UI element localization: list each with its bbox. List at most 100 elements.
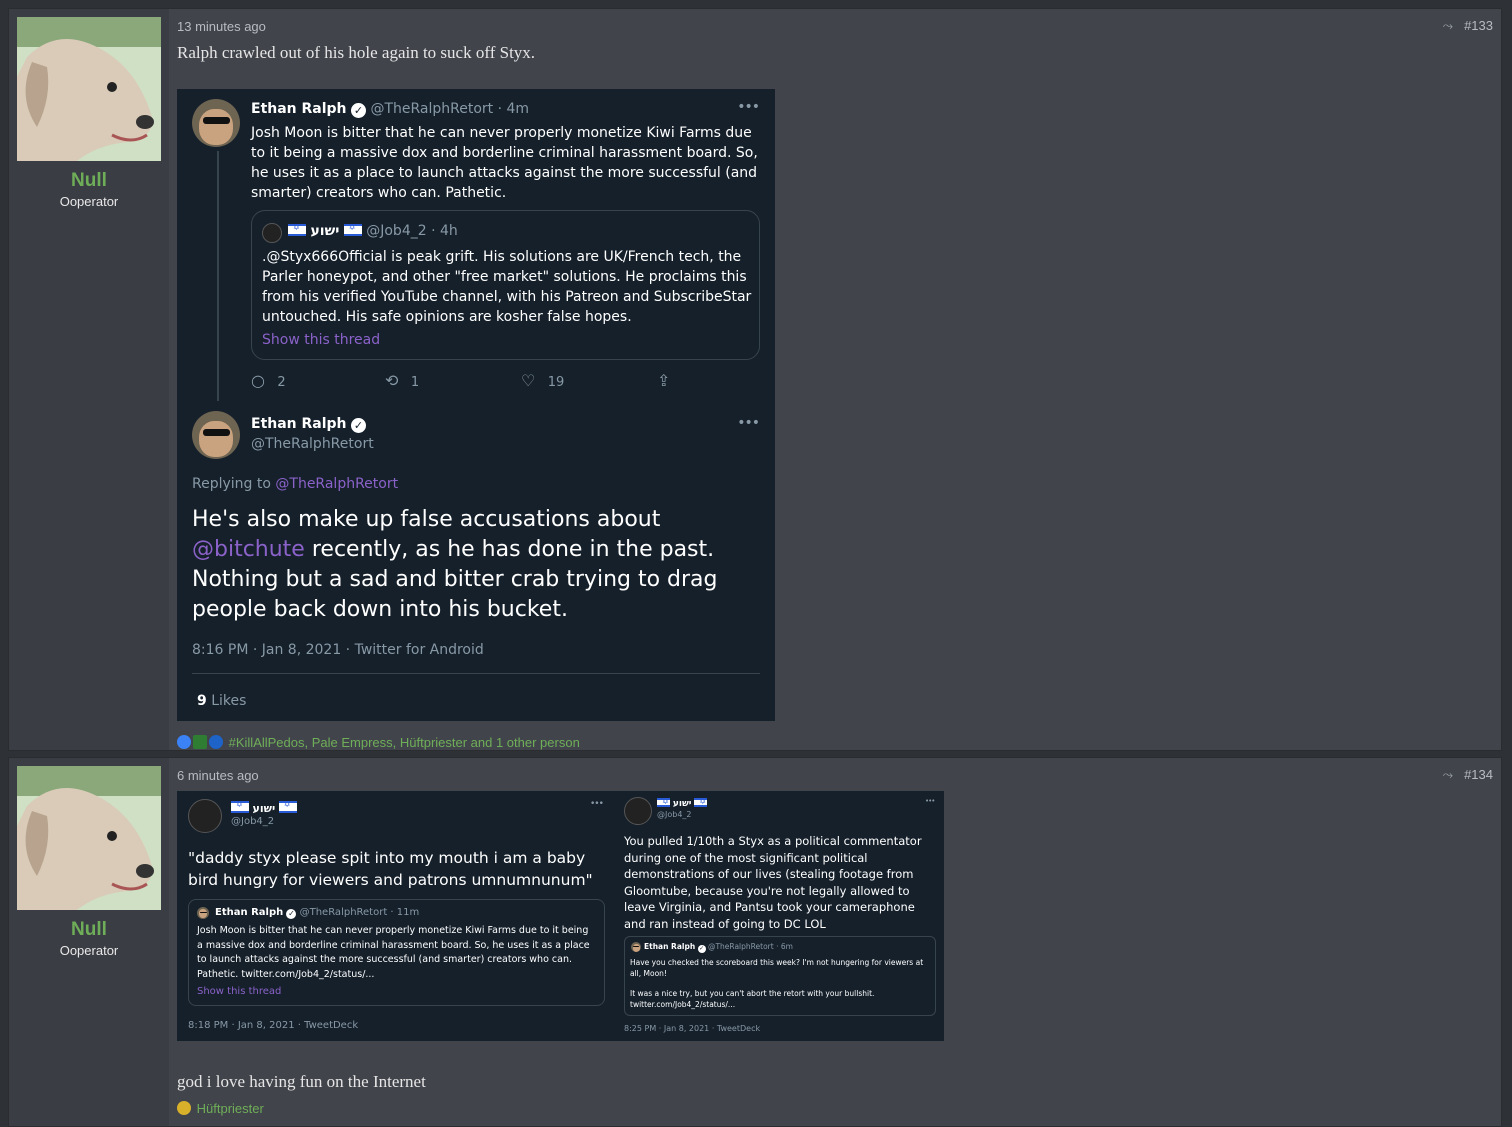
reply-text: He's also make up false accusations abou… <box>192 505 762 625</box>
post-number[interactable]: #133 <box>1464 18 1493 33</box>
reactions-text[interactable]: Hüftpriester <box>197 1101 264 1116</box>
avatar[interactable] <box>17 17 161 161</box>
reactions-bar[interactable]: #KillAllPedos, Pale Empress, Hüftprieste… <box>177 735 580 750</box>
thread-line <box>217 151 219 401</box>
right-quote-text-1: Have you checked the scoreboard this wee… <box>630 958 924 978</box>
avatar <box>188 799 222 833</box>
embedded-tweet[interactable]: Ethan Ralph ✓ @TheRalphRetort · 4m ••• J… <box>177 89 775 721</box>
username[interactable]: Null <box>9 919 169 941</box>
tweet-screenshot[interactable]: ישוע @Job4_2 ••• "daddy styx please spit… <box>177 791 944 1041</box>
share-icon[interactable]: ⤳ <box>1443 18 1453 34</box>
tweet-text: Josh Moon is bitter that he can never pr… <box>251 125 758 201</box>
verified-icon: ✓ <box>350 103 366 118</box>
like-count: 19 <box>547 375 565 390</box>
post-time[interactable]: 6 minutes ago <box>177 768 259 783</box>
quote-author: Ethan Ralph <box>215 907 284 918</box>
verified-icon: ✓ <box>350 418 366 433</box>
avatar[interactable] <box>192 99 240 147</box>
post-message: god i love having fun on the Internet <box>177 1072 426 1091</box>
avatar[interactable] <box>262 223 282 243</box>
more-icon[interactable]: ••• <box>737 415 760 431</box>
reply-action[interactable]: ○ 2 <box>251 371 286 390</box>
likes-summary[interactable]: 9 Likes <box>197 693 246 709</box>
share-icon: ⇪ <box>657 371 671 390</box>
post-number[interactable]: #134 <box>1464 767 1493 782</box>
user-column: Null Ooperator <box>9 9 169 750</box>
flag-icon <box>278 800 297 813</box>
verified-icon: ✓ <box>697 945 706 953</box>
tweet-header: Ethan Ralph ✓ @TheRalphRetort · 4m <box>251 101 529 118</box>
right-quote: Ethan Ralph ✓ @TheRalphRetort · 6m Have … <box>624 936 936 1016</box>
reply-text-part: He's also make up false accusations abou… <box>192 507 661 532</box>
reply-timestamp[interactable]: 8:16 PM · Jan 8, 2021 · Twitter for Andr… <box>192 642 484 658</box>
left-tweet-name: ישוע <box>231 800 297 815</box>
share-icon[interactable]: ⤳ <box>1443 767 1453 783</box>
quote-text: .@Styx666Official is peak grift. His sol… <box>262 249 752 325</box>
left-quote: Ethan Ralph ✓ @TheRalphRetort · 11m Josh… <box>188 899 605 1006</box>
quote-name[interactable]: ישוע <box>310 223 339 239</box>
left-quote-header: Ethan Ralph ✓ @TheRalphRetort · 11m <box>215 907 419 919</box>
likes-count: 9 <box>197 693 207 709</box>
quote-handle: @TheRalphRetort · 6m <box>707 942 793 951</box>
quoted-tweet[interactable]: ישוע @Job4_2 · 4h .@Styx666Official is p… <box>251 210 760 360</box>
share-action[interactable]: ⇪ <box>657 371 670 390</box>
user-column: Null Ooperator <box>9 758 169 1126</box>
retweet-action[interactable]: ⟲ 1 <box>385 371 419 390</box>
avatar <box>624 797 652 825</box>
quote-header: ישוע @Job4_2 · 4h <box>288 223 458 239</box>
right-tweet-name: ישוע <box>657 797 708 809</box>
tweet-author[interactable]: Ethan Ralph <box>251 101 347 117</box>
flag-icon <box>694 797 708 807</box>
replying-handle[interactable]: @TheRalphRetort <box>275 476 398 492</box>
flag-icon <box>288 223 306 236</box>
post-134: Null Ooperator 6 minutes ago ⤳ #134 ישוע… <box>8 757 1502 1127</box>
flag-icon <box>657 797 670 807</box>
heart-icon: ♡ <box>521 371 536 390</box>
right-quote-header: Ethan Ralph ✓ @TheRalphRetort · 6m <box>644 942 793 953</box>
user-title: Ooperator <box>59 943 119 958</box>
reply-author[interactable]: Ethan Ralph <box>251 416 347 432</box>
more-icon: ••• <box>590 799 604 809</box>
like-action[interactable]: ♡ 19 <box>521 371 564 390</box>
flag-icon <box>343 223 362 236</box>
right-text: You pulled 1/10th a Styx as a political … <box>624 834 922 931</box>
more-icon[interactable]: ••• <box>737 99 760 115</box>
reply-count: 2 <box>277 375 286 390</box>
left-timestamp: 8:18 PM · Jan 8, 2021 · TweetDeck <box>188 1020 359 1031</box>
post-message: Ralph crawled out of his hole again to s… <box>177 43 536 62</box>
reactions-text[interactable]: #KillAllPedos, Pale Empress, Hüftprieste… <box>229 735 580 750</box>
divider <box>192 673 760 674</box>
replying-to: Replying to @TheRalphRetort <box>192 476 398 492</box>
left-text: "daddy styx please spit into my mouth i … <box>188 849 593 889</box>
reply-handle[interactable]: @TheRalphRetort <box>251 436 374 452</box>
medal-reaction-icon <box>177 1101 191 1115</box>
avatar[interactable] <box>17 766 161 910</box>
avatar[interactable] <box>192 411 240 459</box>
likes-label: Likes <box>211 693 247 709</box>
quote-handle[interactable]: @Job4_2 <box>366 223 426 239</box>
avatar <box>197 907 209 919</box>
reactions-bar[interactable]: Hüftpriester <box>177 1101 264 1116</box>
right-name: ישוע <box>672 799 692 809</box>
post-133: Null Ooperator 13 minutes ago ⤳ #133 Ral… <box>8 8 1502 751</box>
quote-handle: @TheRalphRetort · 11m <box>299 907 420 918</box>
left-name: ישוע <box>252 802 276 815</box>
user-title: Ooperator <box>59 194 119 209</box>
post-main: 13 minutes ago ⤳ #133 Ralph crawled out … <box>169 9 1501 750</box>
show-thread-link[interactable]: Show this thread <box>262 332 380 348</box>
avatar <box>631 942 641 952</box>
reply-author-line: Ethan Ralph ✓ <box>251 416 366 433</box>
verified-icon: ✓ <box>286 909 297 919</box>
show-thread-link: Show this thread <box>197 986 282 997</box>
mention-link[interactable]: @bitchute <box>192 537 305 562</box>
more-icon: ••• <box>925 797 935 805</box>
post-time[interactable]: 13 minutes ago <box>177 19 266 34</box>
left-handle: @Job4_2 <box>231 816 275 827</box>
cocktail-reaction-icon <box>193 735 207 749</box>
tweet-age: · 4m <box>497 101 530 117</box>
retweet-count: 1 <box>410 375 420 390</box>
flag-icon <box>231 800 249 813</box>
username[interactable]: Null <box>9 170 169 192</box>
tweet-handle[interactable]: @TheRalphRetort <box>370 101 493 117</box>
right-handle: @Job4_2 <box>657 810 692 819</box>
